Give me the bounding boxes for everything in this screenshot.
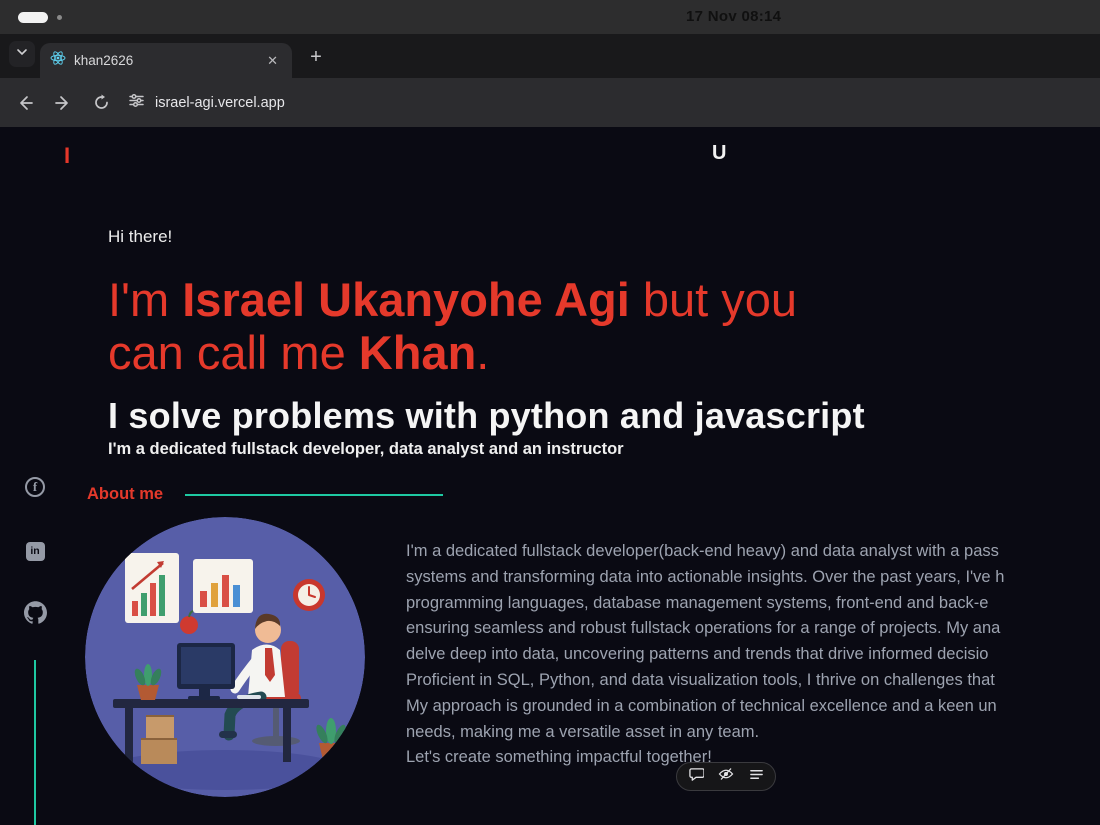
floating-dev-toolbar bbox=[676, 762, 776, 791]
developer-at-desk-illustration bbox=[85, 517, 365, 797]
hero-intro: I'm bbox=[108, 273, 183, 326]
about-line: Proficient in SQL, Python, and data visu… bbox=[406, 670, 995, 689]
system-indicator-dot bbox=[57, 14, 62, 20]
facebook-link[interactable]: f bbox=[24, 476, 46, 498]
linkedin-icon: in bbox=[25, 541, 45, 561]
clock: 17 Nov 08:14 bbox=[686, 8, 782, 25]
hero-name: Israel Ukanyohe Agi bbox=[182, 273, 630, 326]
system-bar: 17 Nov 08:14 bbox=[0, 0, 1100, 34]
back-button[interactable] bbox=[6, 84, 44, 122]
greeting-text: Hi there! bbox=[108, 227, 173, 246]
about-line: ensuring seamless and robust fullstack o… bbox=[406, 619, 1001, 638]
url-text[interactable]: israel-agi.vercel.app bbox=[155, 95, 285, 111]
about-line: needs, making me a versatile asset in an… bbox=[406, 722, 760, 741]
comment-icon bbox=[688, 767, 705, 787]
facebook-icon: f bbox=[25, 477, 45, 497]
reload-button[interactable] bbox=[82, 84, 120, 122]
hero-line-1: I'm Israel Ukanyohe Agi but you bbox=[108, 273, 797, 326]
menu-button[interactable] bbox=[745, 766, 767, 788]
hero-period: . bbox=[476, 326, 490, 379]
hero-subtitle: I'm a dedicated fullstack developer, dat… bbox=[108, 440, 624, 458]
about-heading: About me bbox=[87, 485, 164, 503]
chevron-down-icon bbox=[16, 45, 28, 63]
nav-menu-letter[interactable]: U bbox=[712, 142, 726, 165]
about-paragraph: I'm a dedicated fullstack developer(back… bbox=[406, 539, 1100, 771]
hero-nickname: Khan bbox=[358, 326, 477, 379]
github-link[interactable] bbox=[23, 601, 47, 629]
react-favicon-icon bbox=[50, 50, 66, 71]
linkedin-link[interactable]: in bbox=[24, 540, 46, 562]
hero-tagline: I solve problems with python and javascr… bbox=[108, 395, 865, 436]
system-indicator-pill bbox=[18, 11, 48, 23]
new-tab-button[interactable]: + bbox=[304, 47, 328, 71]
hero-mid: but you bbox=[629, 273, 798, 326]
profile-illustration bbox=[85, 517, 365, 797]
tab-search-button[interactable] bbox=[9, 40, 35, 67]
social-sidebar: f in bbox=[23, 476, 47, 629]
tab-strip: khan2626 ✕ + bbox=[0, 34, 1100, 78]
github-icon bbox=[23, 601, 47, 629]
hero-callme: can call me bbox=[108, 326, 359, 379]
address-bar[interactable]: israel-agi.vercel.app bbox=[128, 92, 285, 114]
browser-toolbar: israel-agi.vercel.app bbox=[0, 78, 1100, 127]
menu-lines-icon bbox=[749, 767, 764, 787]
about-line: I'm a dedicated fullstack developer(back… bbox=[406, 542, 999, 560]
about-line: delve deep into data, uncovering pattern… bbox=[406, 645, 989, 664]
preview-toggle-button[interactable] bbox=[715, 766, 737, 788]
webpage: I U Hi there! I'm Israel Ukanyohe Agi bu… bbox=[0, 127, 1100, 825]
browser-tab[interactable]: khan2626 ✕ bbox=[40, 43, 292, 78]
about-line: My approach is grounded in a combination… bbox=[406, 696, 997, 715]
forward-button[interactable] bbox=[44, 84, 82, 122]
about-line: programming languages, database manageme… bbox=[406, 593, 989, 612]
comment-button[interactable] bbox=[685, 766, 707, 788]
site-logo[interactable]: I bbox=[64, 143, 70, 169]
forward-arrow-icon bbox=[54, 94, 72, 112]
reload-icon bbox=[93, 94, 110, 111]
sidebar-accent-line bbox=[34, 660, 36, 825]
hero-line-2: can call me Khan. bbox=[108, 326, 797, 379]
tab-title: khan2626 bbox=[74, 53, 134, 68]
tab-close-icon[interactable]: ✕ bbox=[263, 51, 282, 71]
about-line: systems and transforming data into actio… bbox=[406, 567, 1005, 586]
eye-slash-icon bbox=[718, 766, 734, 787]
about-underline bbox=[185, 493, 444, 496]
hero-heading: I'm Israel Ukanyohe Agi but you can call… bbox=[108, 273, 797, 379]
site-info-icon[interactable] bbox=[128, 92, 145, 114]
about-section-header: About me bbox=[87, 485, 444, 504]
back-arrow-icon bbox=[16, 94, 34, 112]
